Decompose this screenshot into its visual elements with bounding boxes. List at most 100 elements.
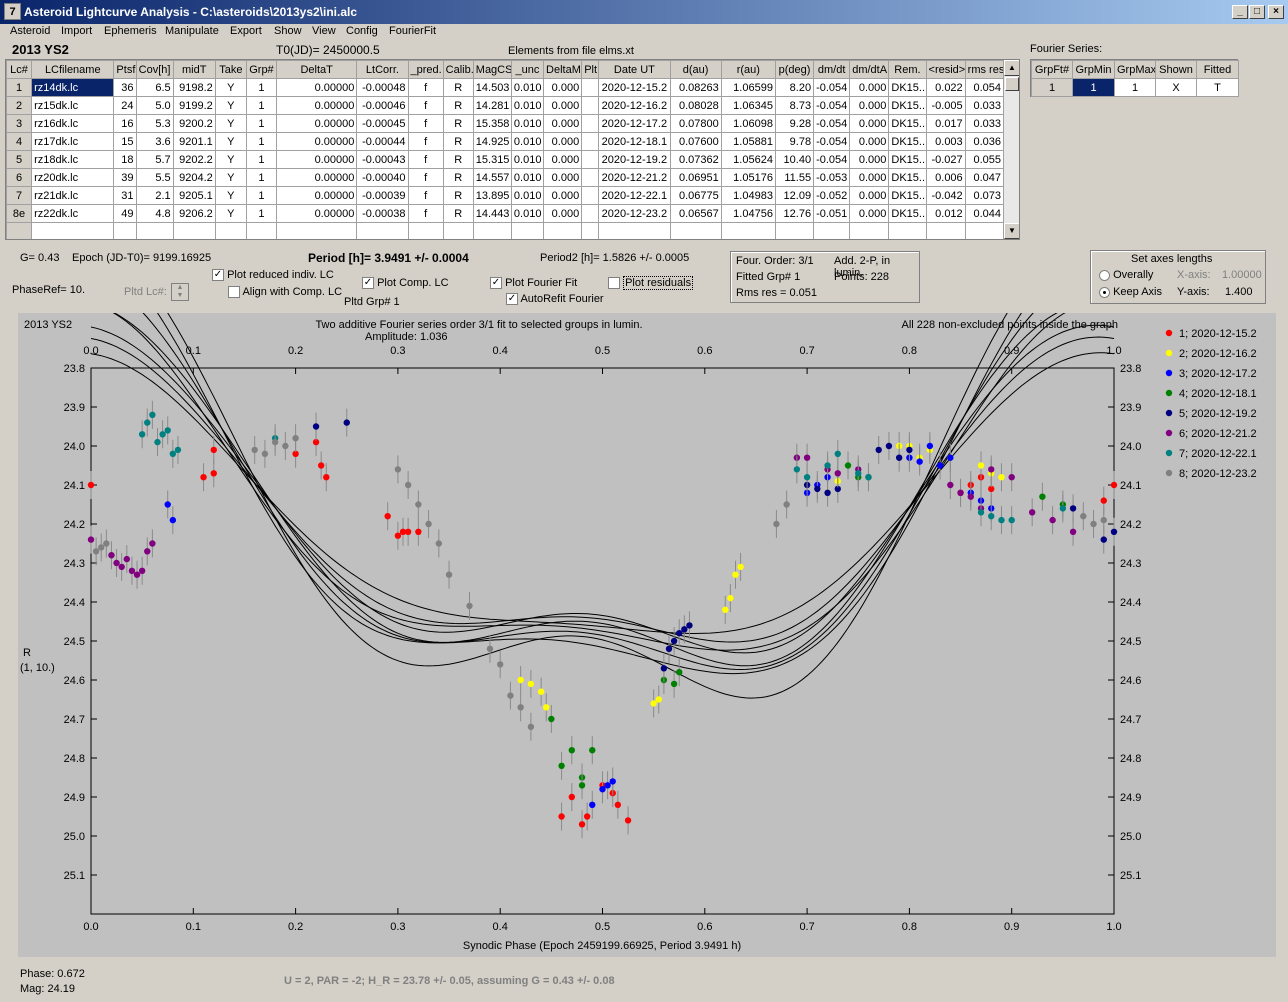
table-cell[interactable]: 0.000: [543, 150, 583, 169]
table-row[interactable]: 1 rz14dk.lc 36 6.5 9198.2 Y 1 0.00000 -0.00048 f R…: [6, 78, 1005, 97]
col-header[interactable]: LCfilename: [31, 60, 115, 79]
table-cell[interactable]: [581, 204, 600, 223]
table-cell[interactable]: 14.557: [472, 168, 512, 187]
table-cell[interactable]: f: [407, 78, 444, 97]
table-cell[interactable]: 8.73: [774, 96, 815, 115]
table-cell[interactable]: 0.000: [543, 168, 583, 187]
table-cell[interactable]: 0.000: [849, 132, 890, 151]
table-cell[interactable]: 14.443: [472, 204, 512, 223]
table-cell[interactable]: R: [442, 96, 474, 115]
table-cell[interactable]: 9204.2: [172, 168, 216, 187]
col-header[interactable]: LtCorr.: [356, 60, 409, 79]
table-cell[interactable]: 0.08263: [669, 78, 722, 97]
table-cell[interactable]: [472, 222, 512, 239]
table-cell[interactable]: [720, 222, 776, 239]
table-cell[interactable]: 0.010: [510, 114, 545, 133]
table-cell[interactable]: 0.012: [925, 204, 966, 223]
table-cell[interactable]: 2020-12-22.1: [598, 186, 671, 205]
col-header[interactable]: Ptsf: [113, 60, 137, 79]
table-cell[interactable]: 1.05176: [720, 168, 776, 187]
plot-reduced-checkbox[interactable]: ✓ Plot reduced indiv. LC: [212, 269, 334, 282]
table-cell[interactable]: 0.00000: [276, 150, 358, 169]
minimize-button[interactable]: _: [1232, 5, 1248, 19]
xaxis-value[interactable]: 1.00000: [1222, 269, 1262, 281]
table-cell[interactable]: 14.503: [472, 78, 512, 97]
table-cell[interactable]: 0.010: [510, 168, 545, 187]
table-cell[interactable]: 0.033: [964, 96, 1005, 115]
table-cell[interactable]: [669, 222, 722, 239]
col-header[interactable]: d(au): [669, 60, 722, 79]
table-cell[interactable]: DK15..: [888, 114, 927, 133]
table-cell[interactable]: 13.895: [472, 186, 512, 205]
table-cell[interactable]: 36: [113, 78, 137, 97]
table-cell[interactable]: -0.00043: [356, 150, 409, 169]
col-header[interactable]: dm/dt: [813, 60, 851, 79]
scroll-down-arrow-icon[interactable]: ▼: [1004, 223, 1019, 239]
table-cell[interactable]: [598, 222, 671, 239]
table-cell[interactable]: [964, 222, 1005, 239]
table-cell[interactable]: 5.3: [135, 114, 174, 133]
chart-panel[interactable]: 0.0 0.0 0.1 0.1 0.2 0.2 0.3 0.3 0.4 0.4 0.5 0.5 0.6 0…: [18, 231, 1276, 957]
table-cell[interactable]: -0.054: [813, 78, 851, 97]
fourier-series-table[interactable]: GrpFt# GrpMin GrpMax Shown Fitted 1 1 1 …: [1030, 59, 1239, 97]
table-cell[interactable]: [407, 222, 444, 239]
table-cell[interactable]: 2020-12-18.1: [598, 132, 671, 151]
menu-export[interactable]: Export: [230, 25, 262, 37]
table-cell[interactable]: 0.07600: [669, 132, 722, 151]
table-cell[interactable]: 0.00000: [276, 204, 358, 223]
table-cell[interactable]: 0.010: [510, 204, 545, 223]
table-cell[interactable]: 8e: [6, 204, 33, 223]
fs-cell-shown[interactable]: X: [1155, 78, 1197, 97]
table-cell[interactable]: 5.0: [135, 96, 174, 115]
table-cell[interactable]: 49: [113, 204, 137, 223]
table-cell[interactable]: -0.051: [813, 204, 851, 223]
table-cell[interactable]: 9205.1: [172, 186, 216, 205]
table-cell[interactable]: 11.55: [774, 168, 815, 187]
menu-config[interactable]: Config: [346, 25, 378, 37]
fs-cell-grpft[interactable]: 1: [1031, 78, 1073, 97]
table-row[interactable]: 8e rz22dk.lc 49 4.8 9206.2 Y 1 0.00000 -0.00038 f…: [6, 204, 1005, 223]
table-cell[interactable]: -0.00046: [356, 96, 409, 115]
table-cell[interactable]: Y: [214, 132, 247, 151]
table-cell[interactable]: [543, 222, 583, 239]
table-cell[interactable]: [214, 222, 247, 239]
close-button[interactable]: ×: [1268, 5, 1284, 19]
pltd-lc-spinner[interactable]: ▲ ▼: [171, 283, 189, 301]
table-cell[interactable]: 2020-12-21.2: [598, 168, 671, 187]
table-cell[interactable]: rz22dk.lc: [31, 204, 115, 223]
table-cell[interactable]: [888, 222, 927, 239]
table-cell[interactable]: 0.000: [849, 150, 890, 169]
table-cell[interactable]: 0.010: [510, 96, 545, 115]
col-header[interactable]: Plt: [581, 60, 600, 79]
table-cell[interactable]: -0.054: [813, 96, 851, 115]
table-cell[interactable]: 0.00000: [276, 96, 358, 115]
table-cell[interactable]: 0.000: [543, 132, 583, 151]
table-cell[interactable]: DK15..: [888, 78, 927, 97]
menu-view[interactable]: View: [312, 25, 336, 37]
table-cell[interactable]: 2020-12-17.2: [598, 114, 671, 133]
table-cell[interactable]: -0.052: [813, 186, 851, 205]
table-cell[interactable]: [581, 132, 600, 151]
table-cell[interactable]: 1: [245, 150, 278, 169]
keep-axis-radio[interactable]: Keep Axis: [1099, 286, 1162, 298]
table-cell[interactable]: 1: [245, 96, 278, 115]
table-cell[interactable]: -0.00045: [356, 114, 409, 133]
table-cell[interactable]: 1.06345: [720, 96, 776, 115]
table-cell[interactable]: 14.925: [472, 132, 512, 151]
table-cell[interactable]: -0.005: [925, 96, 966, 115]
table-cell[interactable]: 0.033: [964, 114, 1005, 133]
col-header[interactable]: Rem.: [888, 60, 927, 79]
table-cell[interactable]: 0.00000: [276, 186, 358, 205]
table-cell[interactable]: 0.07362: [669, 150, 722, 169]
table-cell[interactable]: DK15..: [888, 186, 927, 205]
table-cell[interactable]: 9199.2: [172, 96, 216, 115]
table-cell[interactable]: R: [442, 186, 474, 205]
table-cell[interactable]: 0.000: [543, 186, 583, 205]
table-cell[interactable]: 0.000: [543, 204, 583, 223]
table-cell[interactable]: f: [407, 204, 444, 223]
table-cell[interactable]: 0.073: [964, 186, 1005, 205]
table-cell[interactable]: rz17dk.lc: [31, 132, 115, 151]
table-cell[interactable]: 0.000: [849, 78, 890, 97]
table-cell[interactable]: -0.027: [925, 150, 966, 169]
table-cell[interactable]: 0.010: [510, 186, 545, 205]
